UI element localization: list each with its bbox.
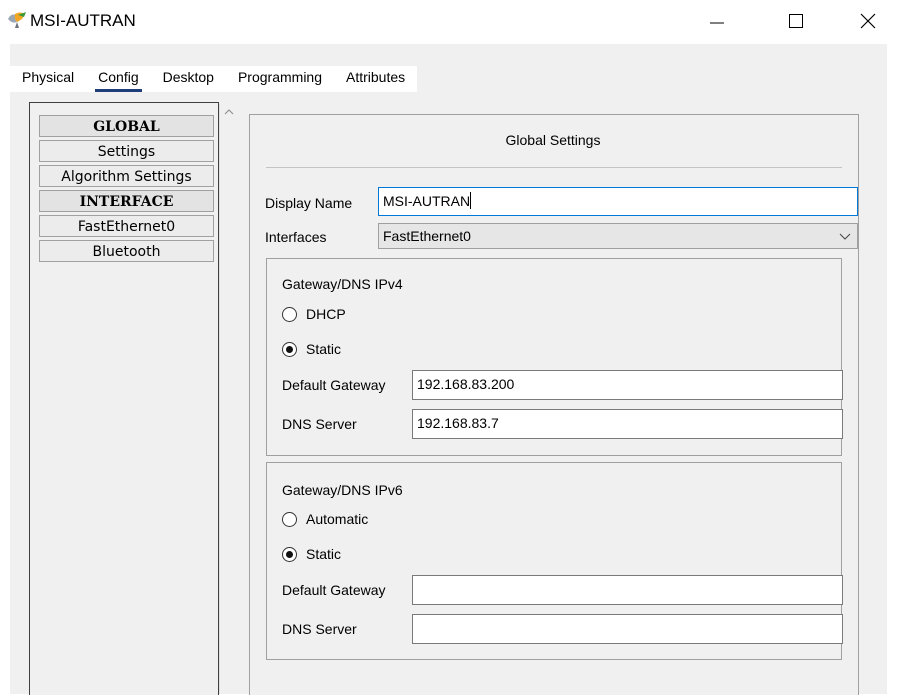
ipv6-group: Gateway/DNS IPv6 Automatic Static Defaul…: [266, 462, 843, 660]
ipv6-dns-input[interactable]: [412, 614, 843, 644]
config-content: GLOBAL Settings Algorithm Settings INTER…: [10, 92, 887, 695]
global-settings-panel: Global Settings Display Name MSI-AUTRAN …: [249, 114, 859, 695]
ipv4-dhcp-radio[interactable]: DHCP: [282, 304, 346, 324]
ipv4-dns-input[interactable]: 192.168.83.7: [412, 409, 843, 439]
ipv6-group-title: Gateway/DNS IPv6: [282, 482, 403, 498]
ipv4-group: Gateway/DNS IPv4 DHCP Static Default Gat…: [266, 258, 843, 456]
ipv4-dns-label: DNS Server: [282, 416, 357, 432]
display-name-label: Display Name: [265, 195, 353, 211]
nav-item-fastethernet0[interactable]: FastEthernet0: [39, 215, 214, 237]
interfaces-selected-value: FastEthernet0: [383, 228, 471, 244]
title-bar: MSI-AUTRAN: [0, 0, 897, 44]
ipv4-group-title: Gateway/DNS IPv4: [282, 276, 403, 292]
nav-interface-header: INTERFACE: [39, 190, 214, 212]
ipv6-gateway-input[interactable]: [412, 575, 843, 605]
radio-checked-icon: [282, 341, 297, 357]
ipv4-static-label: Static: [306, 341, 342, 357]
nav-scrollbar[interactable]: [219, 104, 238, 694]
packet-tracer-pc-icon: [6, 10, 28, 30]
display-name-input[interactable]: MSI-AUTRAN: [378, 187, 858, 216]
ipv6-automatic-label: Automatic: [306, 511, 369, 527]
minimize-icon: [710, 22, 724, 24]
interfaces-label: Interfaces: [265, 229, 327, 245]
interfaces-select[interactable]: FastEthernet0: [378, 223, 858, 249]
ipv4-gateway-value: 192.168.83.200: [417, 376, 515, 392]
maximize-icon: [789, 14, 803, 28]
tab-config[interactable]: Config: [86, 66, 150, 92]
ipv6-gateway-label: Default Gateway: [282, 582, 386, 598]
radio-unchecked-icon: [282, 511, 297, 527]
tab-strip: Physical Config Desktop Programming Attr…: [10, 44, 887, 92]
ipv6-static-label: Static: [306, 546, 342, 562]
chevron-down-icon: [839, 233, 851, 240]
tab-attributes[interactable]: Attributes: [334, 66, 417, 92]
nav-item-algorithm-settings[interactable]: Algorithm Settings: [39, 165, 214, 187]
nav-global-header: GLOBAL: [39, 115, 214, 137]
close-icon: [860, 13, 876, 29]
close-button[interactable]: [845, 4, 891, 38]
ipv4-gateway-label: Default Gateway: [282, 377, 386, 393]
nav-item-settings[interactable]: Settings: [39, 140, 214, 162]
tab-desktop[interactable]: Desktop: [151, 66, 226, 92]
maximize-button[interactable]: [773, 4, 819, 38]
title-divider: [266, 167, 842, 168]
tab-physical[interactable]: Physical: [10, 66, 86, 92]
radio-unchecked-icon: [282, 306, 297, 322]
text-caret: [470, 192, 472, 209]
ipv4-dhcp-label: DHCP: [306, 306, 346, 322]
ipv4-gateway-input[interactable]: 192.168.83.200: [412, 370, 843, 400]
config-nav-panel: GLOBAL Settings Algorithm Settings INTER…: [29, 102, 219, 695]
ipv6-static-radio[interactable]: Static: [282, 544, 341, 564]
section-title: Global Settings: [505, 132, 601, 148]
radio-checked-icon: [282, 546, 297, 562]
ipv4-dns-value: 192.168.83.7: [417, 415, 499, 431]
minimize-button[interactable]: [694, 4, 740, 38]
tab-programming[interactable]: Programming: [226, 66, 334, 92]
ipv4-static-radio[interactable]: Static: [282, 339, 341, 359]
window-title: MSI-AUTRAN: [30, 11, 136, 30]
tab-list: Physical Config Desktop Programming Attr…: [10, 66, 418, 92]
nav-item-bluetooth[interactable]: Bluetooth: [39, 240, 214, 262]
display-name-value: MSI-AUTRAN: [383, 193, 471, 209]
ipv6-automatic-radio[interactable]: Automatic: [282, 509, 368, 529]
scroll-up-icon[interactable]: [224, 108, 234, 116]
ipv6-dns-label: DNS Server: [282, 621, 357, 637]
